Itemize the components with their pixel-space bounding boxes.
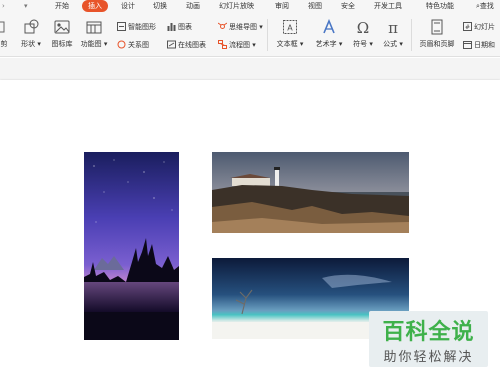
insert-ribbon: 剪 形状 ▾ 图标库 功能图 ▾ 智能图形 图表 关系图 在线图表 思维导图 ▾… xyxy=(0,13,500,57)
relation-chart-icon xyxy=(117,40,126,49)
textbox-label: 文本框 ▾ xyxy=(276,40,304,48)
svg-text:Ω: Ω xyxy=(357,19,369,35)
textbox-icon: A xyxy=(282,19,298,35)
watermark-subtitle: 助你轻松解决 xyxy=(383,350,474,365)
tab-design[interactable]: 设计 xyxy=(121,1,135,12)
cut-label: 剪 xyxy=(0,40,8,48)
smart-shape-button[interactable]: 智能图形 xyxy=(117,22,156,33)
ribbon-separator xyxy=(267,19,268,51)
smart-shape-icon xyxy=(117,22,126,31)
slide-number-label: 幻灯片 xyxy=(474,23,495,31)
search-button[interactable]: ⌕查找 xyxy=(476,1,494,11)
svg-text:#: # xyxy=(465,24,470,31)
cut-button[interactable]: 剪 xyxy=(0,19,12,49)
online-chart-label: 在线图表 xyxy=(178,41,206,49)
symbol-label: 符号 ▾ xyxy=(353,40,373,48)
tab-home[interactable]: 开始 xyxy=(55,1,69,12)
tab-review[interactable]: 审阅 xyxy=(275,1,289,12)
online-chart-icon xyxy=(167,40,176,49)
tab-insert[interactable]: 插入 xyxy=(82,0,108,12)
icon-library-icon xyxy=(54,19,70,35)
shape-button[interactable]: 形状 ▾ xyxy=(18,19,44,49)
tab-security[interactable]: 安全 xyxy=(341,1,355,12)
lighthouse-photo[interactable] xyxy=(212,152,409,233)
wordart-icon xyxy=(321,18,337,35)
date-time-button[interactable]: 日期和 xyxy=(463,40,495,51)
wordart-label: 艺术字 ▾ xyxy=(315,40,343,48)
header-footer-icon xyxy=(429,19,445,35)
tab-view[interactable]: 视图 xyxy=(308,1,322,12)
ribbon-separator xyxy=(411,19,412,51)
watermark-title: 百科全说 xyxy=(382,320,475,345)
menu-overflow-caret[interactable]: › xyxy=(2,1,5,12)
function-chart-button[interactable]: 功能图 ▾ xyxy=(80,19,108,49)
svg-text:A: A xyxy=(287,24,293,33)
online-chart-button[interactable]: 在线图表 xyxy=(167,40,206,51)
svg-text:π: π xyxy=(388,19,398,35)
flowchart-button[interactable]: 流程图 ▾ xyxy=(218,40,256,51)
textbox-button[interactable]: A 文本框 ▾ xyxy=(275,19,305,49)
menu-bar: › ▾ 开始 插入 设计 切换 动画 幻灯片放映 审阅 视图 安全 开发工具 特… xyxy=(0,0,500,13)
shape-label: 形状 ▾ xyxy=(21,40,41,48)
cut-icon xyxy=(0,19,12,35)
pi-icon: π xyxy=(385,19,401,37)
slide-number-button[interactable]: # 幻灯片 xyxy=(463,22,495,33)
night-sky-photo[interactable] xyxy=(84,152,179,340)
shape-icon xyxy=(23,19,39,35)
wordart-button[interactable]: 艺术字 ▾ xyxy=(313,18,345,49)
tab-transition[interactable]: 切换 xyxy=(153,1,167,12)
tab-features[interactable]: 特色功能 xyxy=(426,1,454,12)
icon-library-label: 图标库 xyxy=(51,40,73,48)
calendar-icon xyxy=(463,40,472,49)
omega-icon: Ω xyxy=(355,19,371,37)
search-label: 查找 xyxy=(479,2,494,10)
smart-shape-label: 智能图形 xyxy=(128,23,156,31)
bar-chart-icon xyxy=(167,22,176,31)
symbol-button[interactable]: Ω 符号 ▾ xyxy=(351,19,375,49)
mindmap-icon xyxy=(217,22,228,31)
formula-button[interactable]: π 公式 ▾ xyxy=(381,19,405,49)
menu-dropdown-icon[interactable]: ▾ xyxy=(24,1,28,12)
date-time-label: 日期和 xyxy=(474,41,495,49)
mindmap-label: 思维导图 xyxy=(229,23,257,31)
formula-label: 公式 ▾ xyxy=(383,40,403,48)
slide-number-icon: # xyxy=(463,22,472,31)
relation-chart-button[interactable]: 关系图 xyxy=(117,40,149,51)
function-chart-icon xyxy=(86,19,102,35)
tab-developer[interactable]: 开发工具 xyxy=(374,1,402,12)
mindmap-button[interactable]: 思维导图 ▾ xyxy=(217,22,263,33)
header-footer-label: 页眉和页脚 xyxy=(419,40,455,48)
tab-slideshow[interactable]: 幻灯片放映 xyxy=(219,1,254,12)
chart-label: 图表 xyxy=(178,23,192,31)
flowchart-label: 流程图 xyxy=(229,41,250,49)
relation-chart-label: 关系图 xyxy=(128,41,149,49)
chart-button[interactable]: 图表 xyxy=(167,22,192,33)
header-footer-button[interactable]: 页眉和页脚 xyxy=(417,19,457,49)
flowchart-icon xyxy=(218,40,227,49)
watermark-logo: 百科全说 助你轻松解决 xyxy=(369,311,488,367)
icon-library-button[interactable]: 图标库 xyxy=(50,19,74,49)
function-chart-label: 功能图 ▾ xyxy=(80,40,108,48)
tab-animation[interactable]: 动画 xyxy=(186,1,200,12)
